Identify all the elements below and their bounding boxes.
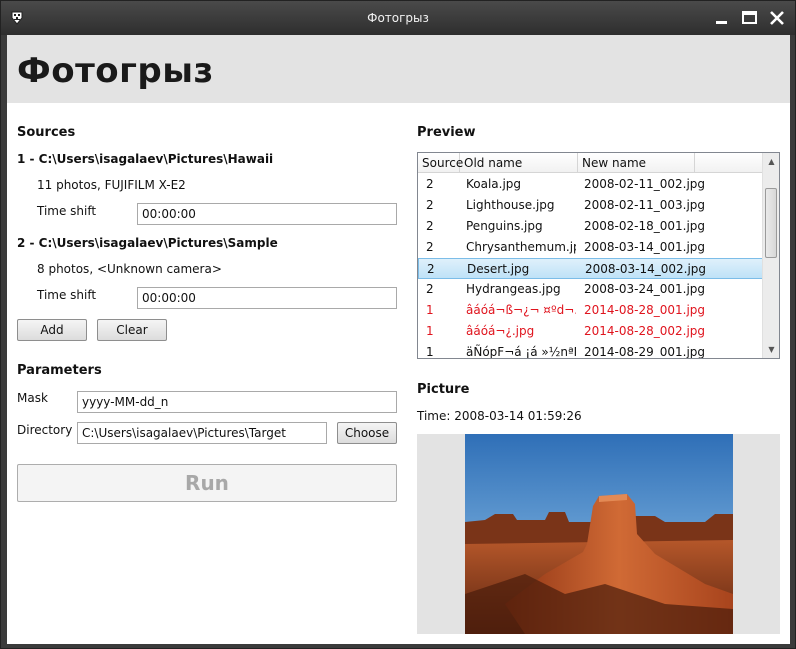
table-row[interactable]: 2 Desert.jpg 2008-03-14_002.jpg <box>418 258 763 279</box>
cell-new-name: 2008-02-11_002.jpg <box>584 177 704 191</box>
cell-new-name: 2014-08-28_001.jpg <box>584 303 704 317</box>
cell-new-name: 2014-08-29_001.jpg <box>584 345 704 359</box>
column-header-new-name[interactable]: New name <box>578 153 695 173</box>
scroll-down-icon[interactable]: ▼ <box>763 341 779 358</box>
app-window: Фотогрыз Фотогрыз Sources 1 - C:\Users\i… <box>0 0 796 649</box>
minimize-button[interactable] <box>712 9 732 27</box>
app-title: Фотогрыз <box>17 51 214 91</box>
picture-frame <box>417 434 780 634</box>
close-button[interactable] <box>767 9 787 27</box>
table-row[interactable]: 1 âáóá¬ß¬¿¬ ¤ºd¬.jp 2014-08-28_001.jpg <box>418 300 763 321</box>
preview-list-scrollbar[interactable]: ▲ ▼ <box>762 153 779 358</box>
table-row[interactable]: 2 Penguins.jpg 2008-02-18_001.jpg <box>418 216 763 237</box>
preview-list-header: Source Old name New name <box>418 153 763 173</box>
cell-new-name: 2008-03-14_002.jpg <box>585 262 705 276</box>
table-row[interactable]: 2 Lighthouse.jpg 2008-02-11_003.jpg <box>418 195 763 216</box>
minimize-icon <box>716 21 727 24</box>
cell-old-name: Koala.jpg <box>466 177 522 191</box>
cell-old-name: Desert.jpg <box>467 262 530 276</box>
cell-old-name: äÑópF¬á ¡á »½nªÑ. <box>466 345 576 359</box>
cell-source: 2 <box>426 177 434 191</box>
table-row[interactable]: 1 äÑópF¬á ¡á »½nªÑ. 2014-08-29_001.jpg <box>418 342 763 359</box>
source-1-heading: 1 - C:\Users\isagalaev\Pictures\Hawaii <box>17 152 274 166</box>
table-row[interactable]: 2 Koala.jpg 2008-02-11_002.jpg <box>418 174 763 195</box>
table-row[interactable]: 2 Hydrangeas.jpg 2008-03-24_001.jpg <box>418 279 763 300</box>
sources-title: Sources <box>17 125 76 140</box>
mask-label: Mask <box>17 391 48 405</box>
cell-source: 1 <box>426 324 434 338</box>
cell-old-name: Chrysanthemum.jpg <box>466 240 576 254</box>
desert-photo <box>465 434 733 634</box>
parameters-title: Parameters <box>17 363 102 378</box>
maximize-icon <box>742 11 757 24</box>
cell-source: 2 <box>426 198 434 212</box>
add-source-button[interactable]: Add <box>17 319 87 341</box>
choose-directory-button[interactable]: Choose <box>337 422 397 444</box>
cell-old-name: âáóá¬ß¬¿¬ ¤ºd¬.jp <box>466 303 576 317</box>
cell-source: 1 <box>426 303 434 317</box>
scrollbar-thumb[interactable] <box>765 188 777 258</box>
clear-sources-button[interactable]: Clear <box>97 319 167 341</box>
cell-old-name: âáóá¬¿.jpg <box>466 324 535 338</box>
cell-source: 2 <box>427 262 435 276</box>
cell-new-name: 2008-02-11_003.jpg <box>584 198 704 212</box>
cell-old-name: Hydrangeas.jpg <box>466 282 561 296</box>
preview-title: Preview <box>417 125 476 140</box>
run-button[interactable]: Run <box>17 464 397 502</box>
source-2-heading: 2 - C:\Users\isagalaev\Pictures\Sample <box>17 236 278 250</box>
cell-source: 2 <box>426 219 434 233</box>
title-bar[interactable]: Фотогрыз <box>1 1 795 35</box>
preview-list-rows: 2 Koala.jpg 2008-02-11_002.jpg 2 Lighthouse.… <box>418 174 763 359</box>
source-1-shift-label: Time shift <box>37 204 97 218</box>
source-2-shift-label: Time shift <box>37 288 97 302</box>
column-header-source[interactable]: Source <box>418 153 463 173</box>
scroll-up-icon[interactable]: ▲ <box>763 153 779 170</box>
cell-source: 1 <box>426 345 434 359</box>
source-2-info: 8 photos, <Unknown camera> <box>37 262 222 276</box>
picture-title: Picture <box>417 382 470 397</box>
cell-new-name: 2008-03-24_001.jpg <box>584 282 704 296</box>
directory-input[interactable]: C:\Users\isagalaev\Pictures\Target <box>77 422 327 444</box>
cell-old-name: Lighthouse.jpg <box>466 198 555 212</box>
close-icon <box>770 11 784 25</box>
cell-source: 2 <box>426 282 434 296</box>
column-header-filler <box>695 153 763 173</box>
cell-new-name: 2008-02-18_001.jpg <box>584 219 704 233</box>
mask-input[interactable]: yyyy-MM-dd_n <box>77 391 397 413</box>
cell-old-name: Penguins.jpg <box>466 219 543 233</box>
source-2-time-shift-input[interactable]: 00:00:00 <box>137 287 397 309</box>
source-1-time-shift-input[interactable]: 00:00:00 <box>137 203 397 225</box>
source-1-info: 11 photos, FUJIFILM X-E2 <box>37 178 186 192</box>
window-title: Фотогрыз <box>367 11 429 25</box>
maximize-button[interactable] <box>740 9 760 27</box>
directory-label: Directory <box>17 423 73 437</box>
client-area: Фотогрыз Sources 1 - C:\Users\isagalaev\… <box>7 35 790 644</box>
picture-time: Time: 2008-03-14 01:59:26 <box>417 409 582 423</box>
cell-source: 2 <box>426 240 434 254</box>
table-row[interactable]: 2 Chrysanthemum.jpg 2008-03-14_001.jpg <box>418 237 763 258</box>
column-header-old-name[interactable]: Old name <box>460 153 578 173</box>
cell-new-name: 2014-08-28_002.jpg <box>584 324 704 338</box>
cell-new-name: 2008-03-14_001.jpg <box>584 240 704 254</box>
table-row[interactable]: 1 âáóá¬¿.jpg 2014-08-28_002.jpg <box>418 321 763 342</box>
app-header: Фотогрыз <box>7 35 790 103</box>
preview-list[interactable]: Source Old name New name 2 Koala.jpg 2008-… <box>417 152 780 359</box>
